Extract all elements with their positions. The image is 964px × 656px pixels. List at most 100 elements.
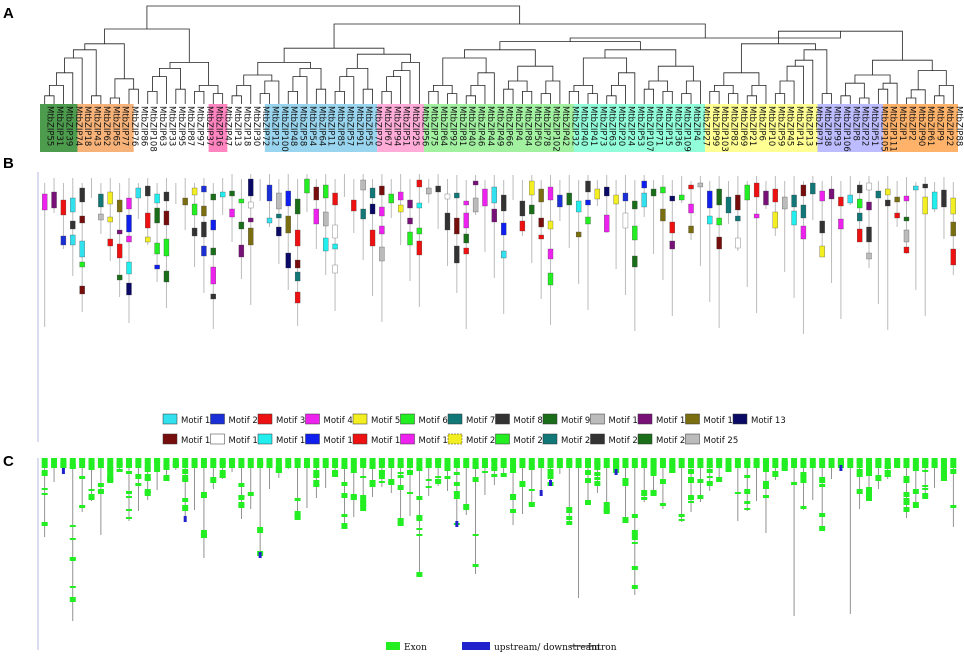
exon-block — [144, 474, 151, 480]
exon-block — [781, 463, 788, 467]
exon-block — [716, 458, 723, 463]
exon-block — [172, 461, 179, 467]
leaf-label: MtbZIP45 — [785, 106, 795, 146]
leaf-label: MtbZIP21 — [747, 106, 757, 146]
exon-block — [622, 458, 629, 468]
exon-block — [650, 459, 657, 465]
tree-branch — [381, 91, 392, 104]
leaf-label: MtbZIP4 — [513, 106, 523, 141]
motif-block — [276, 192, 282, 210]
motif-tracks — [42, 174, 956, 334]
panel-label-b: B — [3, 155, 14, 172]
exon-block — [88, 494, 95, 500]
motif-block — [379, 225, 385, 235]
tree-branch — [587, 93, 598, 104]
leaf-label: MtbZIP105 — [878, 106, 888, 152]
motif-block — [772, 188, 778, 203]
exon-block — [313, 484, 320, 487]
exon-block — [51, 458, 58, 468]
motif-block — [294, 229, 301, 247]
exon-block — [416, 528, 423, 530]
exon-block — [88, 467, 95, 470]
exon-block — [107, 479, 114, 481]
motif-block — [604, 214, 610, 233]
exon-block — [631, 585, 638, 589]
motif-block — [575, 231, 582, 238]
motif-block — [529, 204, 535, 215]
exon-block — [238, 483, 245, 487]
motif-block — [416, 179, 423, 188]
motif-block — [725, 196, 732, 214]
exon-block — [407, 470, 414, 475]
exon-block — [940, 466, 947, 468]
exon-block — [875, 464, 882, 467]
motif-block — [791, 194, 797, 208]
leaf-label: MtbZIP92 — [447, 106, 457, 146]
exon-block — [622, 517, 629, 523]
tree-branch — [175, 88, 186, 104]
exon-block — [594, 472, 601, 475]
legend-swatch — [542, 413, 558, 425]
exon-block — [182, 505, 189, 509]
motif-block — [622, 192, 629, 202]
exon-block — [706, 481, 713, 483]
motif-block — [519, 220, 526, 232]
leaf-label: MtbZIP42 — [560, 106, 570, 146]
exon-block — [41, 488, 48, 490]
exon-block — [556, 458, 563, 468]
exon-block — [97, 458, 104, 468]
exon-block — [444, 476, 451, 479]
motif-block — [660, 208, 666, 222]
motif-block — [210, 266, 216, 285]
exon-block — [528, 489, 535, 491]
exon-block — [631, 514, 638, 518]
leaf-label: MtbZIP58 — [298, 106, 308, 146]
motif-block — [547, 220, 554, 230]
exon-block — [725, 459, 732, 463]
tree-branch — [243, 74, 273, 86]
tree-branch — [283, 47, 385, 63]
tree-branch — [356, 53, 411, 69]
leaf-label: MtbZIP97 — [195, 106, 205, 146]
motif-block — [210, 293, 216, 300]
exon-block — [360, 464, 367, 466]
motif-block — [416, 202, 423, 209]
exon-block — [650, 467, 657, 473]
leaf-label: MtbZIP40 — [579, 106, 589, 146]
leaf-label: MtbZIP56 — [419, 106, 429, 146]
exon-block — [716, 477, 723, 482]
exon-block — [360, 458, 367, 463]
motif-block — [70, 234, 76, 246]
exon-block — [229, 460, 236, 463]
exon-block — [734, 492, 741, 494]
exon-block — [500, 458, 507, 468]
motif-block — [107, 238, 113, 247]
legend-swatch — [685, 413, 700, 425]
leaf-label: MtbZIP50 — [532, 106, 542, 146]
legend-swatch — [542, 433, 558, 445]
tree-branch — [774, 93, 786, 104]
exon-block — [584, 478, 591, 483]
exon-block — [688, 478, 695, 483]
tree-branch — [906, 97, 917, 104]
exon-block — [332, 459, 339, 462]
exon-block — [650, 490, 657, 495]
exon-block — [388, 458, 395, 460]
tree-branch — [114, 78, 135, 98]
exon-block — [678, 519, 685, 521]
exon-block — [416, 534, 423, 536]
motif-block — [154, 207, 160, 224]
tree-branch — [447, 93, 458, 104]
motif-block — [266, 217, 273, 224]
exon-block — [697, 495, 704, 499]
exon-block — [116, 469, 123, 472]
tree-branch — [859, 97, 870, 104]
motif-block — [501, 194, 507, 212]
legend-swatch — [637, 433, 653, 445]
tree-branch — [264, 80, 280, 104]
legend-label: Motif 1 — [181, 416, 210, 426]
motif-block — [547, 248, 554, 260]
legend-swatch — [400, 433, 415, 445]
tree-branch — [751, 85, 767, 104]
motif-block — [622, 212, 629, 229]
